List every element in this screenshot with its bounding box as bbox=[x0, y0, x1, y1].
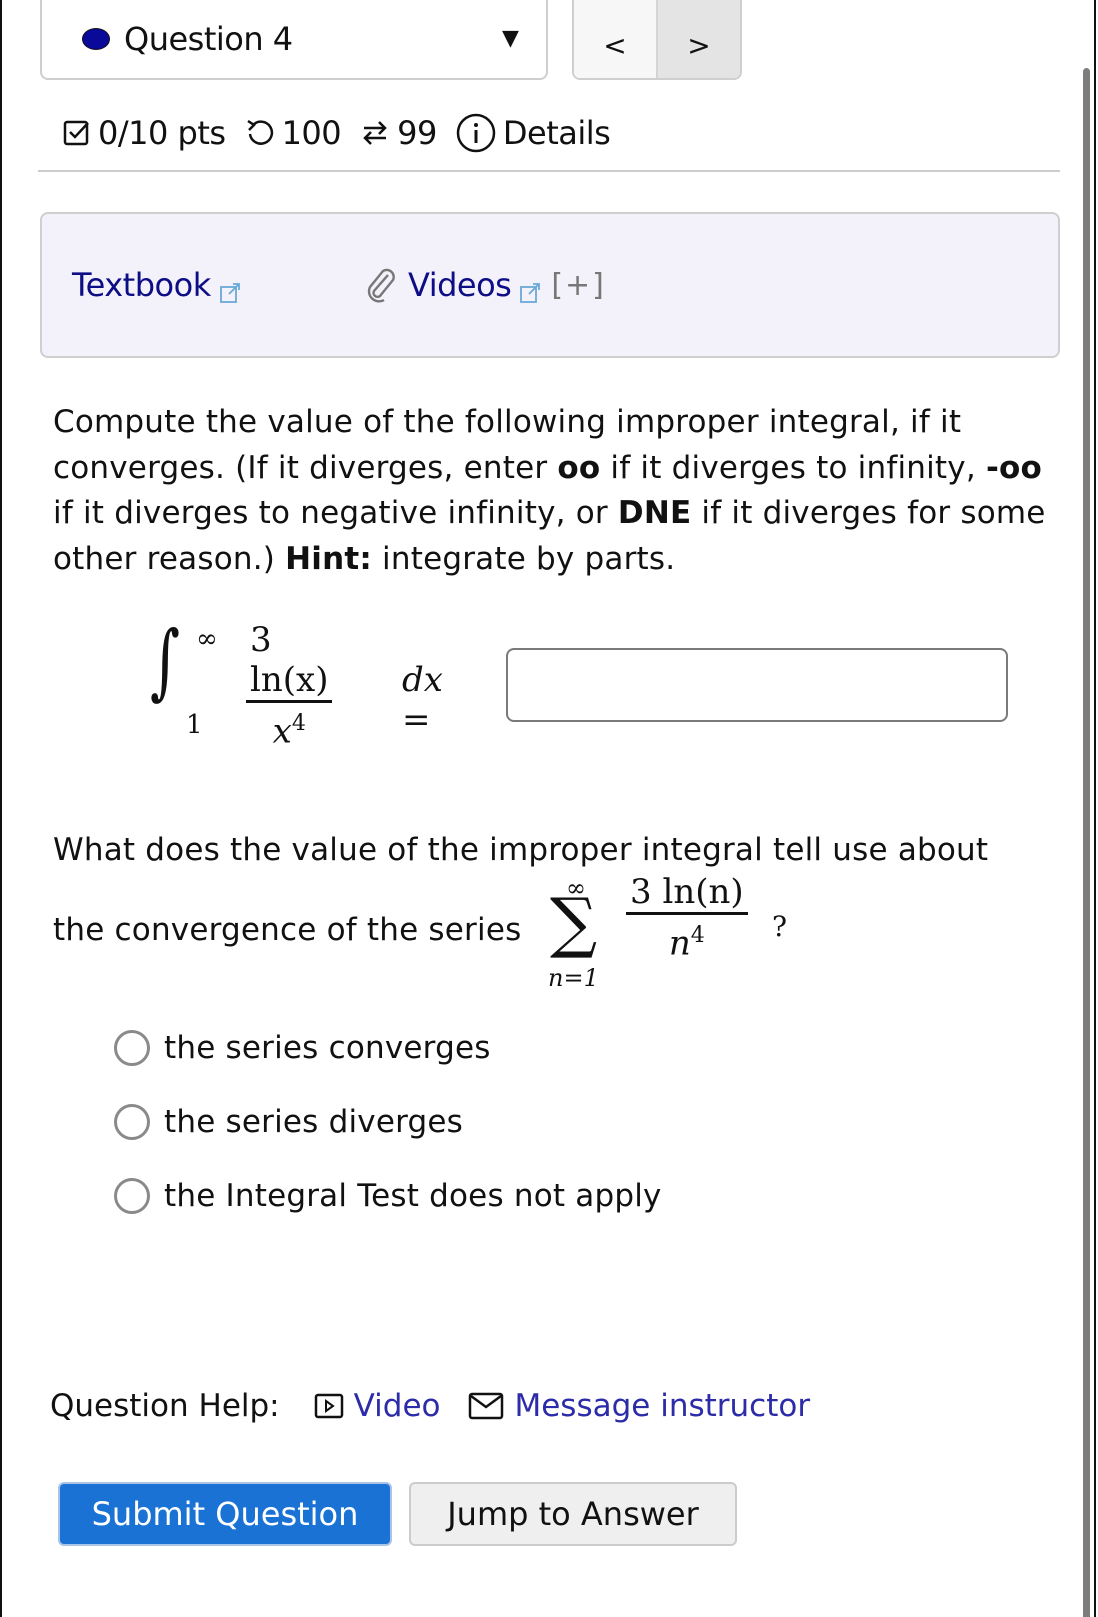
videos-label: Videos bbox=[408, 266, 512, 304]
problem-bold: DNE bbox=[617, 495, 692, 531]
problem-statement: Compute the value of the following impro… bbox=[53, 400, 1063, 582]
problem-text: if it diverges to infinity, bbox=[600, 449, 986, 486]
sum-upper-bound: ∞ bbox=[566, 874, 586, 902]
option-label: the Integral Test does not apply bbox=[164, 1178, 662, 1214]
video-help-link[interactable]: Video bbox=[314, 1388, 441, 1424]
denominator-exponent: 4 bbox=[690, 923, 705, 948]
integrand-numerator: 3 ln(x) bbox=[250, 620, 329, 700]
integrand-fraction: 3 ln(x) x4 bbox=[246, 620, 333, 752]
retries-count: 100 bbox=[281, 114, 342, 152]
question-mark: ? bbox=[772, 910, 788, 943]
integral-lower-bound: 1 bbox=[186, 710, 203, 740]
radio-button[interactable] bbox=[114, 1104, 150, 1140]
question-meta: 0/10 pts 100 99 Details bbox=[62, 112, 628, 154]
radio-button[interactable] bbox=[114, 1178, 150, 1214]
option-diverges[interactable]: the series diverges bbox=[114, 1104, 463, 1140]
problem-text: integrate by parts. bbox=[372, 540, 676, 577]
checkbox-score-icon bbox=[62, 118, 92, 148]
question-selector[interactable]: Question 4 ▼ bbox=[40, 0, 548, 80]
option-label: the series diverges bbox=[164, 1104, 463, 1140]
score-text: 0/10 pts bbox=[98, 114, 226, 152]
submit-question-button[interactable]: Submit Question bbox=[58, 1482, 392, 1546]
retry-icon bbox=[244, 117, 276, 149]
question-selector-label: Question 4 bbox=[124, 20, 293, 58]
envelope-icon bbox=[468, 1392, 504, 1420]
series-denominator: n4 bbox=[669, 915, 705, 964]
status-dot-icon bbox=[82, 28, 110, 50]
videos-link[interactable]: Videos [+] bbox=[364, 266, 606, 304]
denominator-exponent: 4 bbox=[291, 711, 306, 736]
window-right-border bbox=[1094, 0, 1096, 1617]
series-question-line2: the convergence of the series bbox=[53, 912, 522, 948]
series-numerator: 3 ln(n) bbox=[630, 872, 744, 912]
external-link-icon bbox=[219, 274, 241, 303]
denominator-base: x bbox=[272, 711, 292, 752]
problem-bold: Hint: bbox=[285, 540, 372, 577]
option-converges[interactable]: the series converges bbox=[114, 1030, 491, 1066]
question-nav: < > bbox=[572, 0, 742, 80]
caret-down-icon: ▼ bbox=[502, 26, 519, 51]
series-term-fraction: 3 ln(n) n4 bbox=[626, 872, 748, 964]
resources-panel: Textbook Videos [+] bbox=[40, 212, 1060, 358]
message-instructor-link[interactable]: Message instructor bbox=[468, 1388, 810, 1424]
differential: dx = bbox=[402, 660, 443, 740]
problem-bold: oo bbox=[557, 449, 601, 486]
attempts-icon bbox=[359, 116, 391, 150]
integral-answer-input[interactable] bbox=[506, 648, 1008, 722]
attempts-count: 99 bbox=[397, 114, 437, 152]
window-left-border bbox=[0, 0, 2, 1617]
header-divider bbox=[38, 170, 1060, 172]
jump-to-answer-button[interactable]: Jump to Answer bbox=[409, 1482, 737, 1546]
sum-lower-bound: n=1 bbox=[548, 964, 599, 992]
textbook-label: Textbook bbox=[72, 266, 211, 304]
scrollbar[interactable] bbox=[1083, 68, 1090, 1617]
textbook-link[interactable]: Textbook bbox=[72, 266, 241, 304]
option-label: the series converges bbox=[164, 1030, 491, 1066]
paperclip-icon bbox=[364, 267, 398, 303]
series-question-line1: What does the value of the improper inte… bbox=[53, 832, 989, 868]
integral-upper-bound: ∞ bbox=[196, 624, 218, 654]
details-link[interactable]: Details bbox=[503, 114, 611, 152]
prev-question-button[interactable]: < bbox=[574, 0, 656, 78]
problem-bold: -oo bbox=[985, 449, 1042, 486]
question-help: Question Help: Video Message instructor bbox=[50, 1388, 810, 1424]
info-icon[interactable] bbox=[455, 112, 497, 154]
video-help-label: Video bbox=[353, 1388, 441, 1424]
next-question-button[interactable]: > bbox=[656, 0, 740, 78]
integrand-denominator: x4 bbox=[273, 703, 306, 752]
external-link-icon bbox=[519, 274, 541, 303]
option-integral-test-not-apply[interactable]: the Integral Test does not apply bbox=[114, 1178, 662, 1214]
problem-text: if it diverges to negative infinity, or bbox=[53, 495, 618, 531]
radio-button[interactable] bbox=[114, 1030, 150, 1066]
denominator-base: n bbox=[668, 923, 691, 964]
message-instructor-label: Message instructor bbox=[514, 1388, 811, 1424]
question-help-label: Question Help: bbox=[50, 1388, 280, 1424]
expand-videos-button[interactable]: [+] bbox=[551, 268, 606, 303]
video-play-icon bbox=[314, 1393, 344, 1419]
integral-sign-icon: ∫ bbox=[150, 614, 180, 709]
